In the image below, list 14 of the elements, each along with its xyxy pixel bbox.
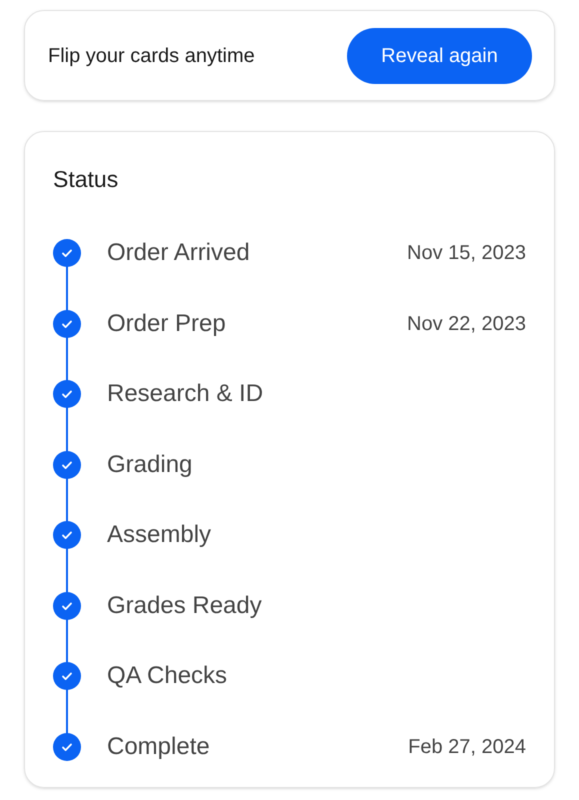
step-label: Order Prep	[107, 308, 227, 339]
status-title: Status	[53, 165, 120, 194]
step-label: Grades Ready	[107, 590, 263, 621]
step-label: Order Arrived	[107, 238, 251, 268]
step-date: Nov 15, 2023	[407, 241, 526, 266]
banner-text: Flip your cards anytime	[48, 44, 255, 68]
step-date: Nov 22, 2023	[407, 312, 526, 337]
reveal-again-button[interactable]: Reveal again	[347, 28, 532, 84]
step-label: Assembly	[107, 520, 212, 550]
step-date: Feb 27, 2024	[408, 734, 526, 760]
step-label: Complete	[107, 732, 211, 762]
step-label: Research & ID	[107, 379, 264, 410]
step-label: QA Checks	[107, 661, 228, 692]
step-label: Grading	[107, 450, 194, 480]
